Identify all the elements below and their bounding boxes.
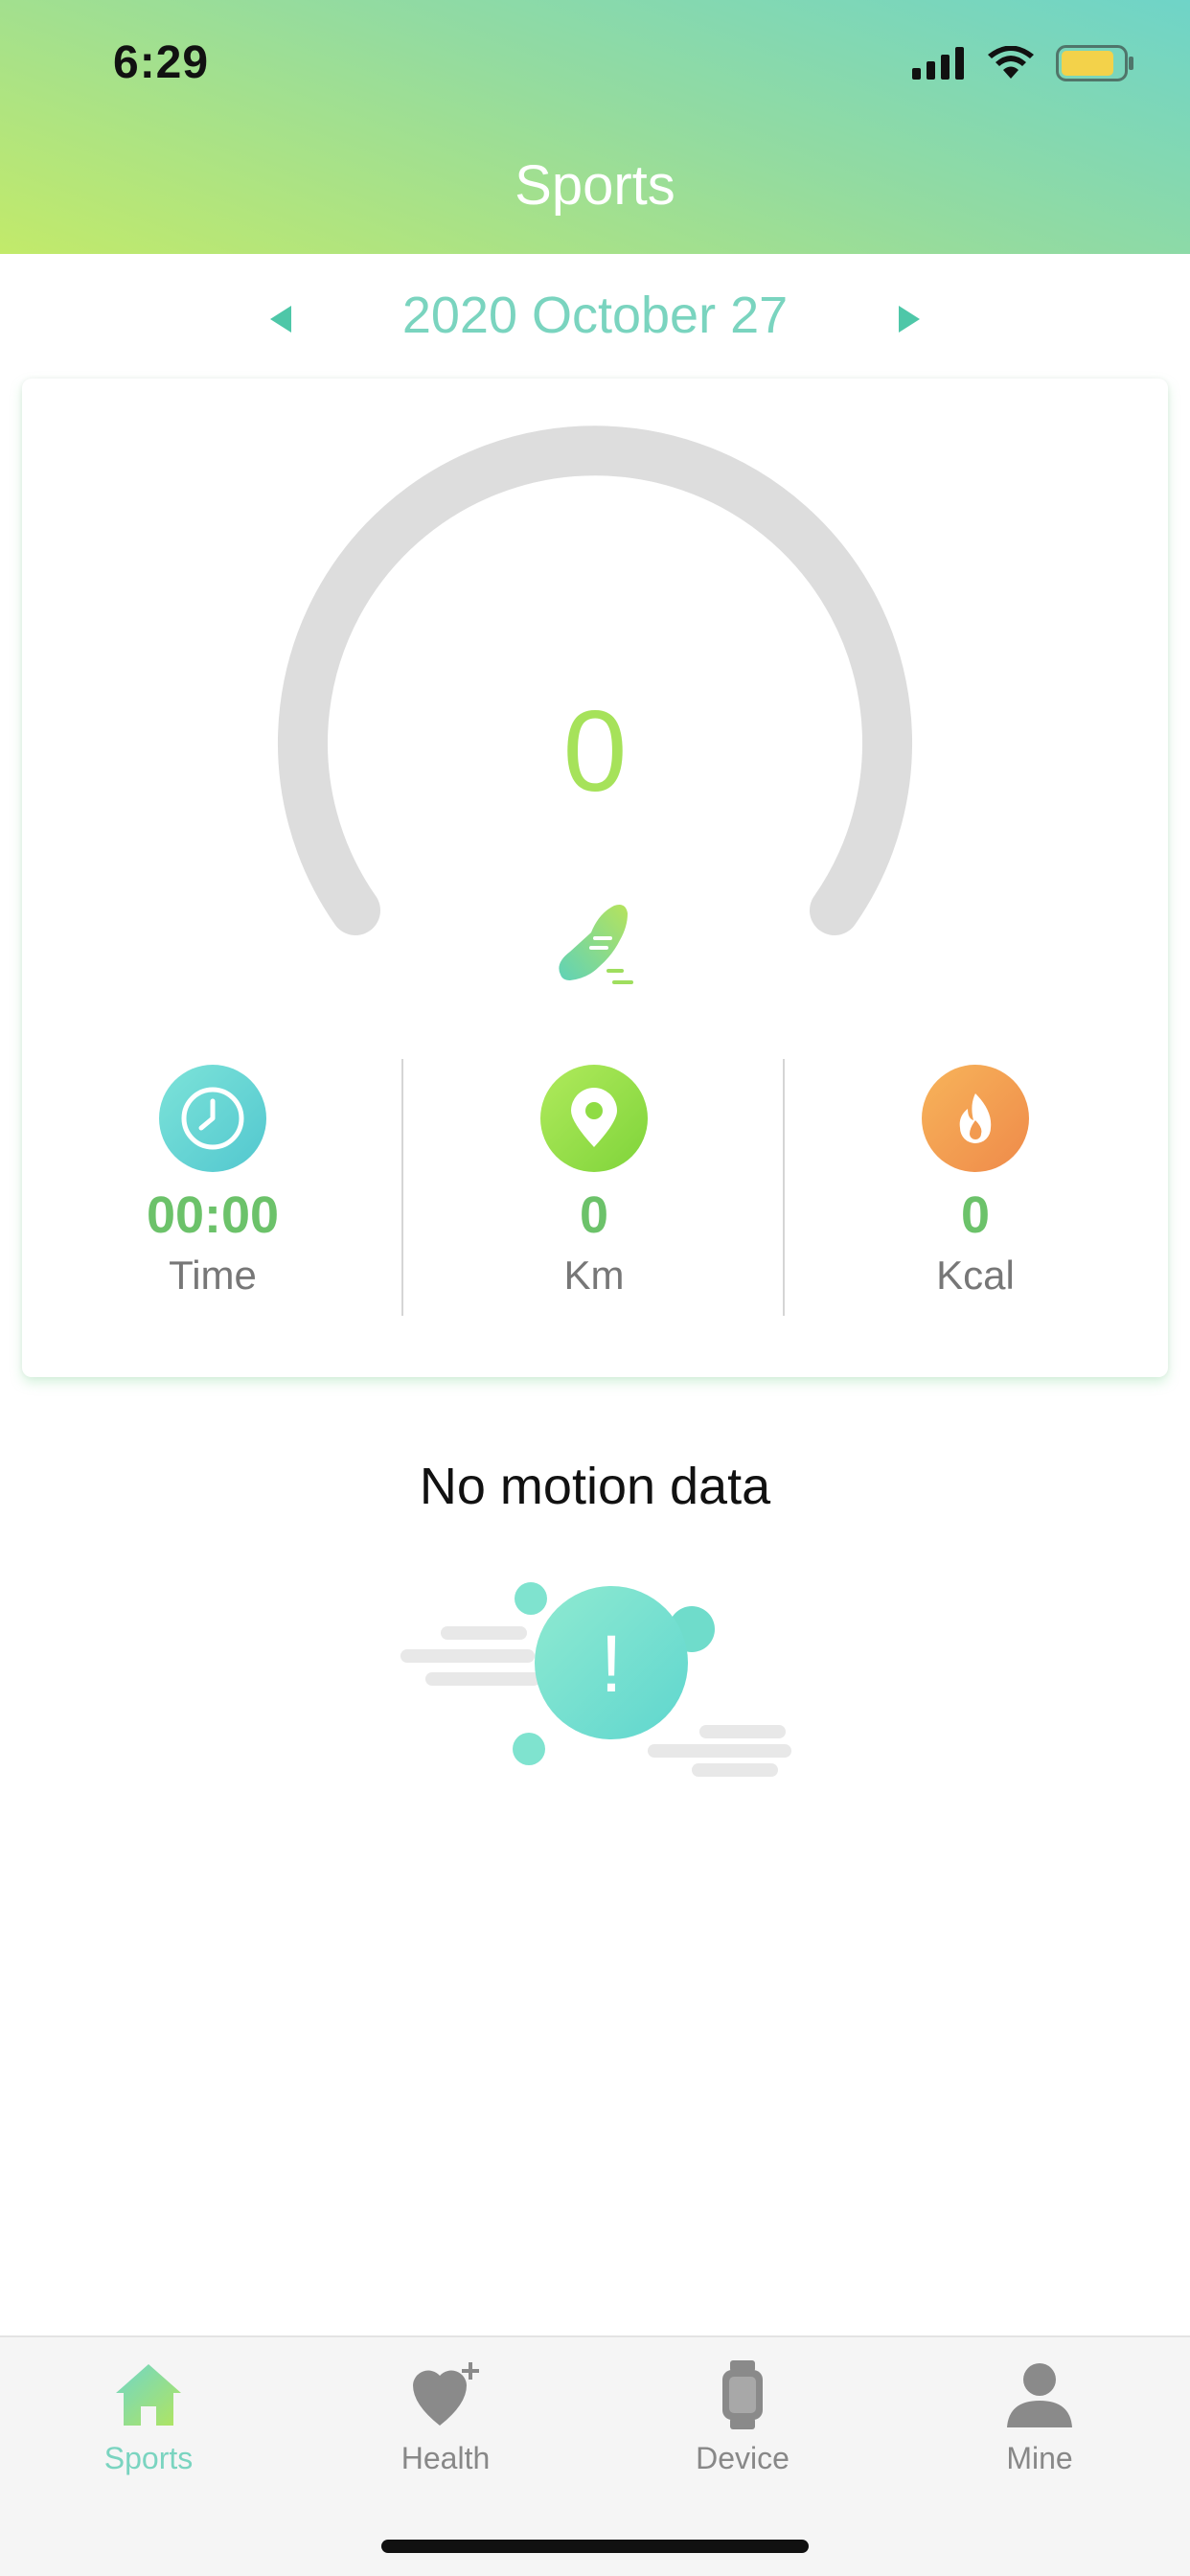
no-data-illustration: ! [400,1582,791,1777]
wifi-icon [988,46,1034,79]
time-value: 00:00 [146,1186,280,1244]
stat-distance: 0 Km [403,1059,785,1318]
clock-icon [159,1065,266,1172]
flame-icon [922,1065,1029,1172]
status-icons [912,44,1134,82]
header-bar: 6:29 Sports [0,0,1190,254]
tab-mine[interactable]: Mine [891,2337,1188,2510]
tab-label-device: Device [696,2441,790,2475]
date-selector: 2020 October 27 [0,278,1190,355]
time-label: Time [169,1253,257,1298]
step-count: 0 [562,687,628,816]
tab-label-sports: Sports [103,2441,194,2475]
current-date: 2020 October 27 [401,287,789,344]
distance-label: Km [563,1253,625,1298]
empty-state-title: No motion data [419,1458,771,1515]
calories-value: 0 [960,1186,991,1244]
activity-card: 0 00:00 Time 0 Km 0 Kcal [22,379,1168,1377]
distance-value: 0 [579,1186,609,1244]
heart-plus-icon [407,2357,484,2433]
location-pin-icon [540,1065,648,1172]
exclamation-badge: ! [600,1619,622,1709]
watch-icon [704,2357,781,2433]
signal-icon [912,47,964,80]
battery-icon [1056,45,1133,81]
home-indicator[interactable] [381,2540,809,2553]
running-shoe-icon [559,905,633,984]
tab-label-mine: Mine [1006,2441,1073,2475]
page-title: Sports [515,154,675,217]
calories-label: Kcal [936,1253,1015,1298]
tab-device[interactable]: Device [594,2337,891,2510]
stat-calories: 0 Kcal [785,1059,1166,1318]
tab-label-health: Health [400,2441,491,2475]
person-icon [1001,2357,1078,2433]
home-icon [110,2357,187,2433]
tab-sports[interactable]: Sports [0,2337,297,2510]
stat-time: 00:00 Time [22,1059,403,1318]
status-time: 6:29 [113,37,210,88]
triangle-right-icon [899,306,920,333]
stats-row: 00:00 Time 0 Km 0 Kcal [22,1059,1168,1318]
tab-health[interactable]: Health [297,2337,594,2510]
next-day-button[interactable] [885,295,933,343]
